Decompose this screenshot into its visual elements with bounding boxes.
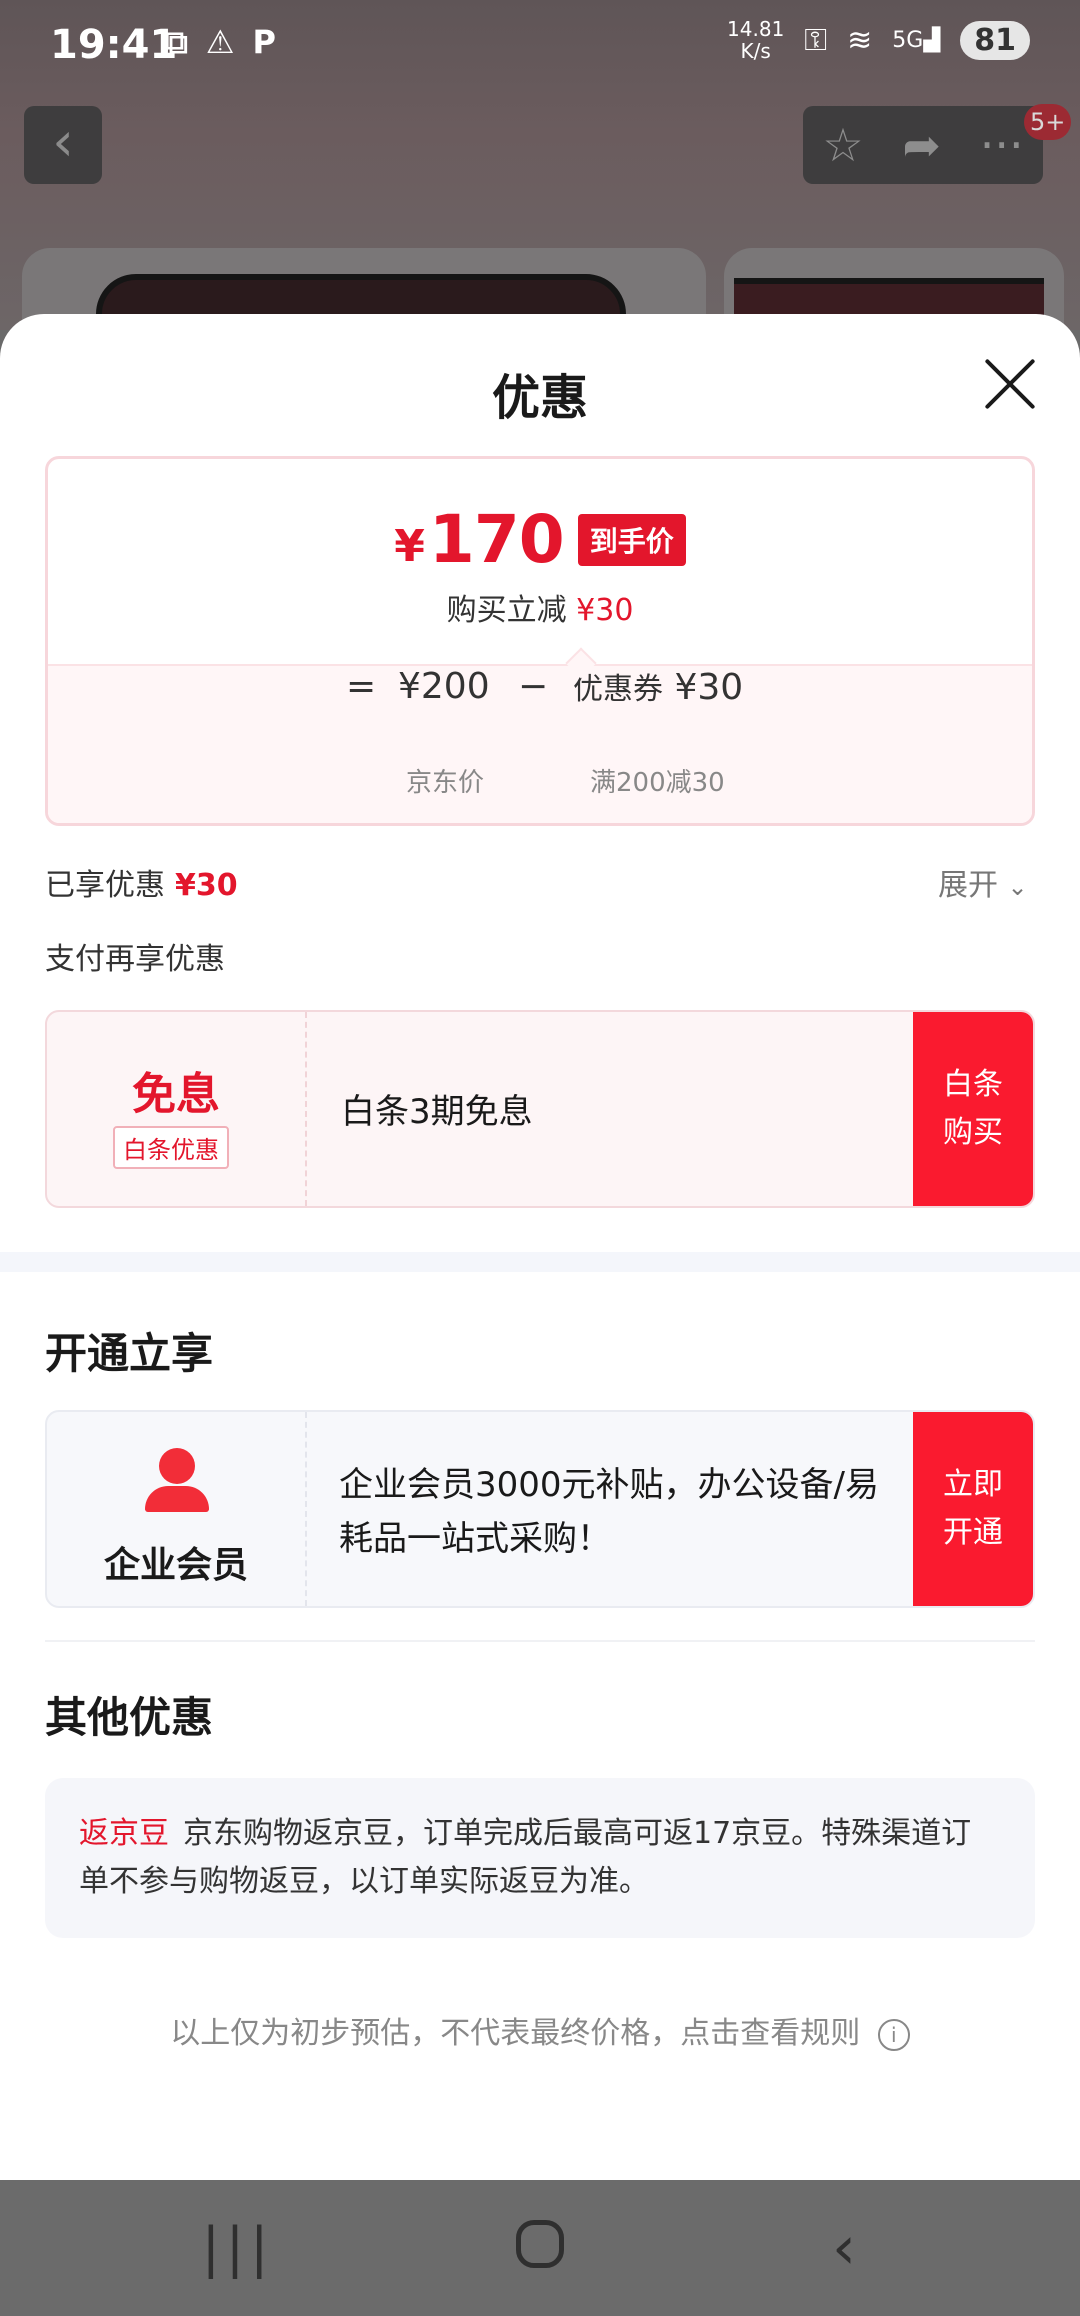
more-icon[interactable]: ···	[980, 118, 1024, 172]
info-icon[interactable]: i	[877, 2018, 910, 2051]
price-breakdown-card: ¥ 170 到手价 购买立减 ¥30 = ¥200 − 优惠券 ¥30 京东价 …	[45, 456, 1035, 826]
thin-divider	[45, 1640, 1035, 1642]
rules-footnote[interactable]: 以上仅为初步预估，不代表最终价格，点击查看规则 i	[0, 2008, 1080, 2052]
parking-icon: P	[252, 23, 276, 61]
status-bar: 19:41 ⧉ ⚠ P 14.81 K/s ⚿ ≋ 5G▟ 81	[0, 0, 1080, 92]
price-formula: = ¥200 − 优惠券 ¥30 京东价 满200减30	[48, 664, 1032, 823]
instant-discount-value: ¥30	[576, 593, 634, 628]
net-speed: 14.81 K/s	[727, 18, 784, 62]
warning-icon: ⚠	[205, 23, 235, 61]
jingdou-rebate-box: 返京豆 京东购物返京豆，订单完成后最高可返17京豆。特殊渠道订单不参与购物返豆，以…	[45, 1778, 1035, 1938]
final-price-value: 170	[428, 501, 565, 578]
close-icon[interactable]	[980, 354, 1040, 414]
instant-discount-label: 购买立减	[446, 593, 567, 628]
battery-indicator: 81	[960, 20, 1030, 60]
person-icon-head	[159, 1448, 195, 1484]
baitiao-promo-left: 免息 白条优惠	[47, 1012, 307, 1206]
instant-discount: 购买立减 ¥30	[48, 585, 1032, 629]
price-summary: ¥ 170 到手价 购买立减 ¥30	[48, 459, 1032, 664]
chevron-down-icon: ⌄	[1007, 873, 1028, 901]
back-button[interactable]: ‹	[24, 106, 102, 184]
baitiao-description: 白条3期免息	[341, 1092, 533, 1132]
enjoyed-label: 已享优惠	[45, 868, 165, 903]
coupon-label: 优惠券	[573, 672, 663, 707]
status-icons-right: 14.81 K/s ⚿ ≋ 5G▟ 81	[727, 18, 1030, 62]
jingdou-rebate-text: 返京豆 京东购物返京豆，订单完成后最高可返17京豆。特殊渠道订单不参与购物返豆，以…	[79, 1810, 979, 1906]
jd-price-label: 京东价	[406, 768, 485, 798]
baitiao-promo-card[interactable]: 免息 白条优惠 白条3期免息 白条购买	[45, 1010, 1035, 1208]
baitiao-subtitle: 白条优惠	[113, 1126, 229, 1169]
recent-apps-icon[interactable]: |||	[188, 2218, 288, 2278]
person-icon	[141, 1448, 213, 1512]
screenshot-icon: ⧉	[165, 23, 188, 61]
wifi-icon: ≋	[847, 22, 873, 58]
chevron-left-icon: ‹	[52, 110, 74, 173]
enjoyed-value: ¥30	[175, 868, 238, 903]
signal-icon: 5G▟	[892, 27, 941, 53]
enterprise-member-label: 企业会员	[103, 1545, 248, 1586]
jd-price: ¥200	[398, 665, 490, 707]
open-now-button[interactable]: 立即开通	[913, 1412, 1033, 1606]
coupon-rule: 满200减30	[590, 768, 725, 798]
enjoyed-discount: 已享优惠 ¥30	[45, 860, 238, 904]
home-ring	[516, 2220, 564, 2268]
expand-label: 展开	[938, 868, 998, 903]
coupon-amount: 优惠券 ¥30	[573, 664, 743, 708]
discount-sheet: 优惠 ¥ 170 到手价 购买立减 ¥30 = ¥200 − 优惠券 ¥30 京…	[0, 314, 1080, 2180]
enterprise-member-left: 企业会员	[47, 1412, 307, 1606]
key-icon: ⚿	[804, 22, 828, 58]
minus-sign: −	[518, 665, 549, 707]
system-nav-bar: ||| ‹	[0, 2180, 1080, 2316]
coupon-value: ¥30	[674, 667, 744, 708]
status-time: 19:41	[50, 22, 178, 68]
jingdou-tag: 返京豆	[79, 1816, 169, 1851]
open-section-title: 开通立享	[45, 1329, 214, 1378]
final-price: ¥ 170 到手价	[48, 501, 1032, 578]
footnote-text: 以上仅为初步预估，不代表最终价格，点击查看规则	[170, 2016, 861, 2051]
network-type: 5G	[892, 27, 924, 53]
nav-back-icon[interactable]: ‹	[794, 2218, 894, 2278]
expand-toggle[interactable]: 展开 ⌄	[938, 860, 1028, 904]
currency-symbol: ¥	[394, 521, 425, 572]
message-badge: 5+	[1024, 104, 1072, 140]
enterprise-member-description: 企业会员3000元补贴，办公设备/易耗品一站式采购！	[339, 1465, 879, 1559]
other-section-title: 其他优惠	[45, 1693, 214, 1742]
home-icon[interactable]	[490, 2218, 590, 2278]
baitiao-title: 免息	[132, 1069, 220, 1120]
equals-sign: =	[346, 665, 377, 707]
final-price-tag: 到手价	[577, 513, 686, 566]
header-actions: ☆ ➦ ···	[803, 106, 1043, 184]
pay-more-label: 支付再享优惠	[45, 942, 225, 977]
sheet-title: 优惠	[491, 370, 588, 426]
status-icons-left: ⧉ ⚠ P	[165, 22, 276, 62]
jingdou-description: 京东购物返京豆，订单完成后最高可返17京豆。特殊渠道订单不参与购物返豆，以订单实…	[79, 1816, 972, 1899]
net-speed-unit: K/s	[740, 39, 771, 63]
baitiao-buy-button[interactable]: 白条购买	[913, 1012, 1033, 1206]
star-icon[interactable]: ☆	[822, 118, 863, 172]
section-divider	[0, 1252, 1080, 1272]
net-speed-value: 14.81	[727, 17, 785, 41]
enterprise-member-card[interactable]: 企业会员 企业会员3000元补贴，办公设备/易耗品一站式采购！ 立即开通	[45, 1410, 1035, 1608]
share-icon[interactable]: ➦	[902, 118, 941, 172]
person-icon-body	[145, 1486, 209, 1512]
